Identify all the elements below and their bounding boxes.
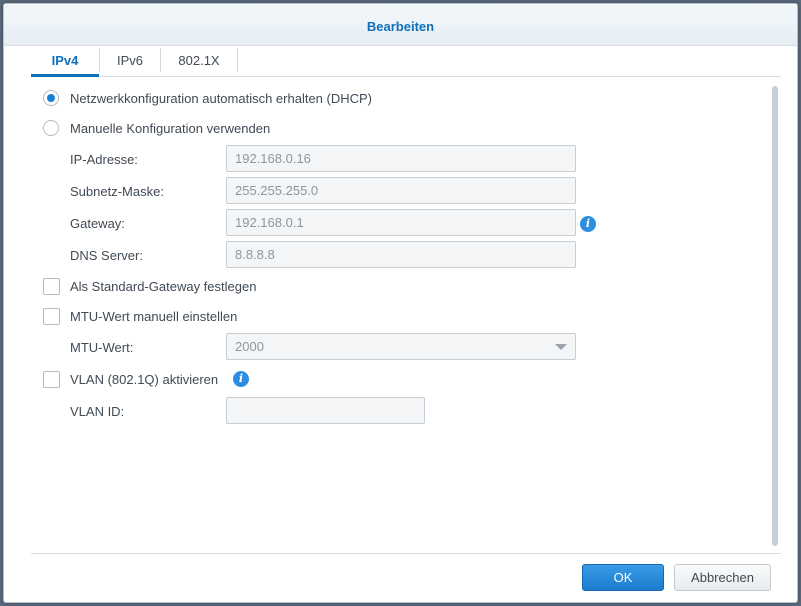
- manual-config-radio[interactable]: [43, 120, 59, 136]
- tab-label: IPv6: [116, 53, 143, 68]
- ip-address-input[interactable]: 192.168.0.16: [226, 145, 576, 172]
- mtu-manual-label[interactable]: MTU-Wert manuell einstellen: [70, 309, 237, 324]
- manual-config-label[interactable]: Manuelle Konfiguration verwenden: [70, 121, 270, 136]
- tab-bar: IPv4 IPv6 802.1X: [31, 45, 781, 77]
- mtu-value-label: MTU-Wert:: [70, 340, 134, 355]
- subnet-mask-label: Subnetz-Maske:: [70, 184, 164, 199]
- subnet-mask-input[interactable]: 255.255.255.0: [226, 177, 576, 204]
- ok-button[interactable]: OK: [582, 564, 664, 591]
- active-tab-indicator: [31, 74, 99, 77]
- footer-divider: [31, 553, 781, 554]
- chevron-down-icon: [555, 344, 567, 350]
- info-icon[interactable]: i: [233, 371, 249, 387]
- dialog-title: Bearbeiten: [366, 19, 435, 34]
- gateway-label: Gateway:: [70, 216, 125, 231]
- tab-label: IPv4: [51, 53, 79, 68]
- radio-selected-dot: [47, 94, 55, 102]
- scrollbar[interactable]: [772, 86, 778, 546]
- default-gateway-checkbox[interactable]: [43, 278, 60, 295]
- gateway-input[interactable]: 192.168.0.1: [226, 209, 576, 236]
- mtu-manual-checkbox[interactable]: [43, 308, 60, 325]
- dhcp-label[interactable]: Netzwerkkonfiguration automatisch erhalt…: [70, 91, 372, 106]
- dialog-titlebar[interactable]: Bearbeiten: [4, 4, 797, 46]
- default-gateway-label[interactable]: Als Standard-Gateway festlegen: [70, 279, 256, 294]
- tab-label: 802.1X: [178, 53, 220, 68]
- vlan-checkbox[interactable]: [43, 371, 60, 388]
- ip-address-label: IP-Adresse:: [70, 152, 138, 167]
- dns-server-input[interactable]: 8.8.8.8: [226, 241, 576, 268]
- mtu-value-select[interactable]: 2000: [226, 333, 576, 360]
- vlan-id-label: VLAN ID:: [70, 404, 125, 419]
- mtu-selected-value: 2000: [235, 339, 264, 354]
- tab-divider: [237, 48, 238, 72]
- edit-dialog: Bearbeiten IPv4 IPv6 802.1X Netzwerkkonf…: [3, 3, 798, 603]
- dhcp-radio[interactable]: [43, 90, 59, 106]
- vlan-id-input[interactable]: [226, 397, 425, 424]
- tab-ipv4[interactable]: IPv4: [31, 45, 99, 77]
- info-icon[interactable]: i: [580, 216, 596, 232]
- dns-server-label: DNS Server:: [70, 248, 143, 263]
- tab-ipv6[interactable]: IPv6: [100, 45, 160, 76]
- vlan-label[interactable]: VLAN (802.1Q) aktivieren: [70, 372, 218, 387]
- tab-8021x[interactable]: 802.1X: [161, 45, 237, 76]
- cancel-button[interactable]: Abbrechen: [674, 564, 771, 591]
